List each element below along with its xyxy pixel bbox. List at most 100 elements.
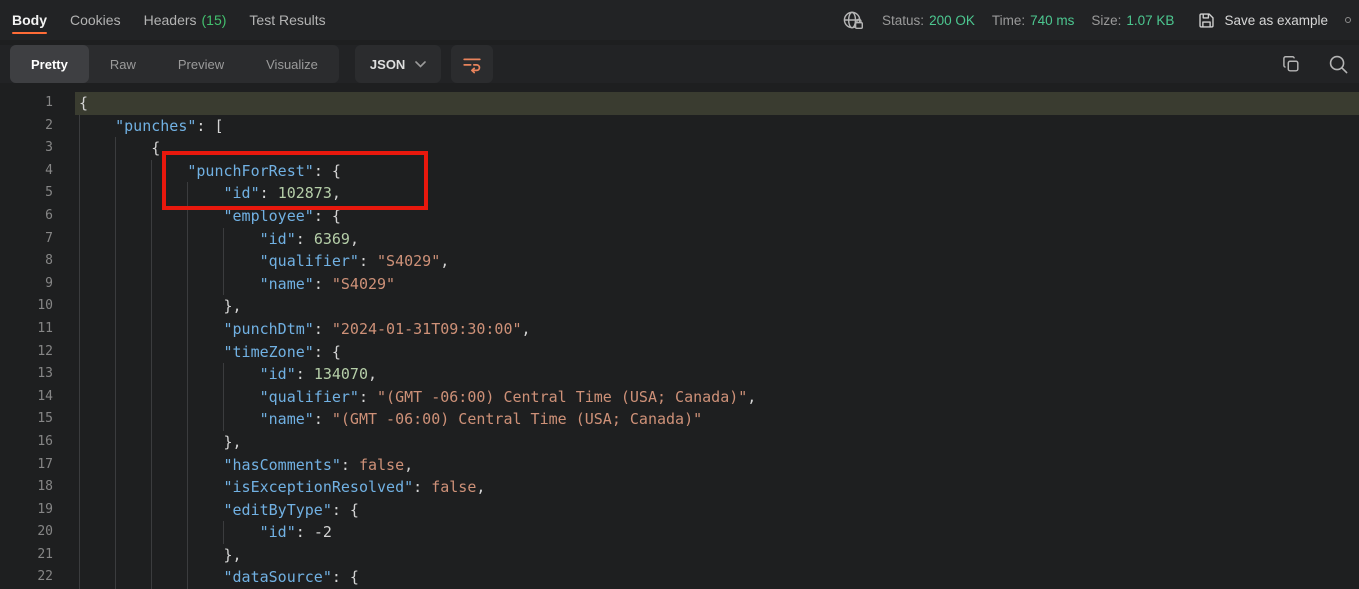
view-mode-raw[interactable]: Raw [89, 45, 157, 83]
code-token: : [341, 456, 359, 474]
tab-headers[interactable]: Headers(15) [144, 0, 227, 40]
wrap-lines-button[interactable] [451, 45, 493, 83]
line-number: 5 [0, 182, 53, 205]
code-line-4[interactable]: 4 "punchForRest": { [0, 160, 1359, 183]
code-line-2[interactable]: 2 "punches": [ [0, 115, 1359, 138]
line-number: 10 [0, 295, 53, 318]
code-token: "punchForRest" [187, 162, 313, 180]
code-token: : { [332, 501, 359, 519]
code-line-20[interactable]: 20 "id": -2 [0, 521, 1359, 544]
code-token: , [476, 478, 485, 496]
code-token: "dataSource" [224, 568, 332, 586]
indent-guide [187, 182, 188, 205]
code-token: "employee" [224, 207, 314, 225]
code-line-18[interactable]: 18 "isExceptionResolved": false, [0, 476, 1359, 499]
save-as-example-button[interactable]: Save as example [1197, 11, 1328, 30]
code-token: "qualifier" [260, 252, 359, 270]
code-token: , [368, 365, 377, 383]
tab-body[interactable]: Body [12, 0, 47, 40]
code-token: , [404, 456, 413, 474]
indent-guide [115, 205, 116, 228]
indent-guide [187, 431, 188, 454]
code-line-10[interactable]: 10 }, [0, 295, 1359, 318]
code-line-content: "name": "S4029" [79, 273, 1359, 296]
network-icon [842, 10, 865, 31]
code-token: : { [314, 162, 341, 180]
code-token: : [359, 252, 377, 270]
code-line-22[interactable]: 22 "dataSource": { [0, 566, 1359, 589]
code-line-17[interactable]: 17 "hasComments": false, [0, 454, 1359, 477]
indent-guide [223, 521, 224, 544]
indent-guide [79, 228, 80, 251]
code-line-16[interactable]: 16 }, [0, 431, 1359, 454]
code-token: }, [224, 297, 242, 315]
indent-guide [115, 228, 116, 251]
body-view-toolbar: PrettyRawPreviewVisualize JSON [0, 45, 1359, 83]
status-item-value: 1.07 KB [1126, 13, 1174, 28]
indent-guide [79, 408, 80, 431]
code-token: }, [224, 546, 242, 564]
code-token: 134070 [314, 365, 368, 383]
indent-guide [79, 454, 80, 477]
tab-label: Body [12, 12, 47, 28]
code-line-14[interactable]: 14 "qualifier": "(GMT -06:00) Central Ti… [0, 386, 1359, 409]
code-token: "S4029" [332, 275, 395, 293]
indent-guide [79, 250, 80, 273]
indent-guide [79, 431, 80, 454]
indent-guide [115, 521, 116, 544]
indent-guide [79, 205, 80, 228]
status-item-label: Time: [992, 13, 1025, 28]
status-dot-icon [1345, 17, 1351, 23]
tab-cookies[interactable]: Cookies [70, 0, 121, 40]
indent-guide [79, 182, 80, 205]
response-tabbar: BodyCookiesHeaders(15)Test Results Statu… [0, 0, 1359, 40]
search-button[interactable] [1328, 54, 1349, 75]
tab-count-badge: (15) [202, 12, 227, 28]
indent-guide [187, 273, 188, 296]
response-body-editor[interactable]: 1{2 "punches": [3 {4 "punchForRest": {5 … [0, 90, 1359, 589]
format-dropdown[interactable]: JSON [355, 45, 441, 83]
code-token: "id" [260, 523, 296, 541]
indent-guide [187, 363, 188, 386]
code-line-content: "id": 102873, [79, 182, 1359, 205]
code-line-content: { [79, 137, 1359, 160]
indent-guide [79, 386, 80, 409]
line-number: 9 [0, 273, 53, 296]
code-token: : [296, 365, 314, 383]
code-token: : [296, 523, 314, 541]
code-line-13[interactable]: 13 "id": 134070, [0, 363, 1359, 386]
code-line-19[interactable]: 19 "editByType": { [0, 499, 1359, 522]
code-line-15[interactable]: 15 "name": "(GMT -06:00) Central Time (U… [0, 408, 1359, 431]
indent-guide [151, 205, 152, 228]
view-mode-visualize[interactable]: Visualize [245, 45, 339, 83]
indent-guide [151, 431, 152, 454]
code-token: "qualifier" [260, 388, 359, 406]
copy-button[interactable] [1281, 54, 1301, 74]
code-token: : [260, 184, 278, 202]
code-token: "2024-01-31T09:30:00" [332, 320, 522, 338]
code-line-1[interactable]: 1{ [0, 92, 1359, 115]
code-line-8[interactable]: 8 "qualifier": "S4029", [0, 250, 1359, 273]
tab-test-results[interactable]: Test Results [249, 0, 325, 40]
indent-guide [79, 273, 80, 296]
indent-guide [187, 386, 188, 409]
code-line-9[interactable]: 9 "name": "S4029" [0, 273, 1359, 296]
indent-guide [187, 250, 188, 273]
code-line-11[interactable]: 11 "punchDtm": "2024-01-31T09:30:00", [0, 318, 1359, 341]
code-line-5[interactable]: 5 "id": 102873, [0, 182, 1359, 205]
code-token: , [332, 184, 341, 202]
code-token: : { [314, 343, 341, 361]
code-line-7[interactable]: 7 "id": 6369, [0, 228, 1359, 251]
code-token: false [359, 456, 404, 474]
indent-guide [79, 295, 80, 318]
view-mode-pretty[interactable]: Pretty [10, 45, 89, 83]
code-line-3[interactable]: 3 { [0, 137, 1359, 160]
code-line-6[interactable]: 6 "employee": { [0, 205, 1359, 228]
view-mode-preview[interactable]: Preview [157, 45, 245, 83]
code-token: "punches" [115, 117, 196, 135]
code-line-content: "editByType": { [79, 499, 1359, 522]
code-line-21[interactable]: 21 }, [0, 544, 1359, 567]
code-line-content: "qualifier": "(GMT -06:00) Central Time … [79, 386, 1359, 409]
code-line-12[interactable]: 12 "timeZone": { [0, 341, 1359, 364]
status-item-time: Time:740 ms [992, 13, 1075, 28]
